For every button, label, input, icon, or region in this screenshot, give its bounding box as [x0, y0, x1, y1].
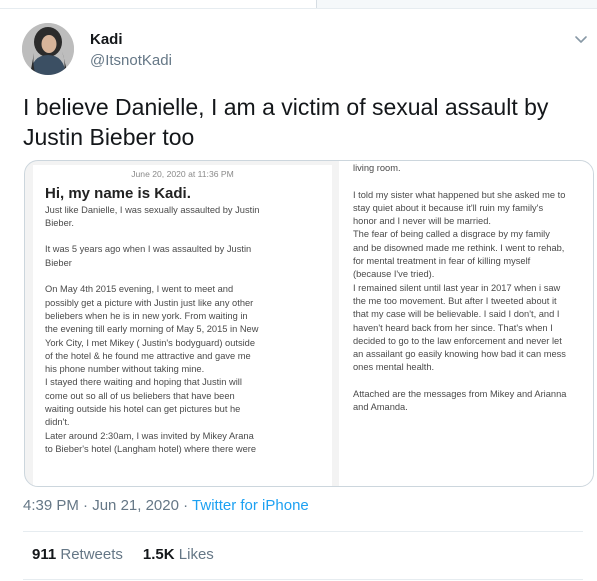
- separator: ·: [183, 497, 189, 514]
- tweet-time[interactable]: 4:39 PM: [23, 497, 79, 514]
- notes-screenshot-right: living room. I told my sister what happe…: [339, 161, 593, 486]
- tweet-media[interactable]: June 20, 2020 at 11:36 PM Hi, my name is…: [24, 160, 594, 487]
- likes-stat[interactable]: 1.5K Likes: [143, 546, 214, 563]
- tweet-timestamp: 4:39 PM · Jun 21, 2020 · Twitter for iPh…: [23, 497, 309, 514]
- note-date: June 20, 2020 at 11:36 PM: [131, 169, 234, 179]
- avatar-photo: [22, 23, 74, 75]
- avatar[interactable]: [22, 23, 74, 75]
- retweets-stat[interactable]: 911 Retweets: [32, 546, 123, 563]
- note-body-left: Just like Danielle, I was sexually assau…: [45, 204, 260, 454]
- divider: [23, 579, 583, 580]
- author-name[interactable]: Kadi: [90, 31, 123, 48]
- chevron-down-icon[interactable]: [574, 34, 588, 44]
- tweet-date[interactable]: Jun 21, 2020: [92, 497, 179, 514]
- tweet-text: I believe Danielle, I am a victim of sex…: [23, 94, 549, 150]
- note-heading: Hi, my name is Kadi.: [45, 185, 191, 203]
- note-body-right: living room. I told my sister what happe…: [353, 163, 567, 413]
- top-bar: [0, 0, 597, 9]
- divider: [0, 8, 597, 9]
- tweet-source-link[interactable]: Twitter for iPhone: [192, 497, 309, 514]
- retweets-count: 911: [32, 546, 57, 563]
- likes-count: 1.5K: [142, 546, 175, 563]
- likes-label: Likes: [178, 546, 214, 563]
- author-handle[interactable]: @ItsnotKadi: [90, 52, 172, 69]
- separator: ·: [83, 497, 89, 514]
- notes-screenshot-left: June 20, 2020 at 11:36 PM Hi, my name is…: [33, 165, 332, 486]
- tweet-stats: 911 Retweets 1.5K Likes: [32, 546, 214, 563]
- divider: [23, 531, 583, 532]
- retweets-label: Retweets: [60, 546, 123, 563]
